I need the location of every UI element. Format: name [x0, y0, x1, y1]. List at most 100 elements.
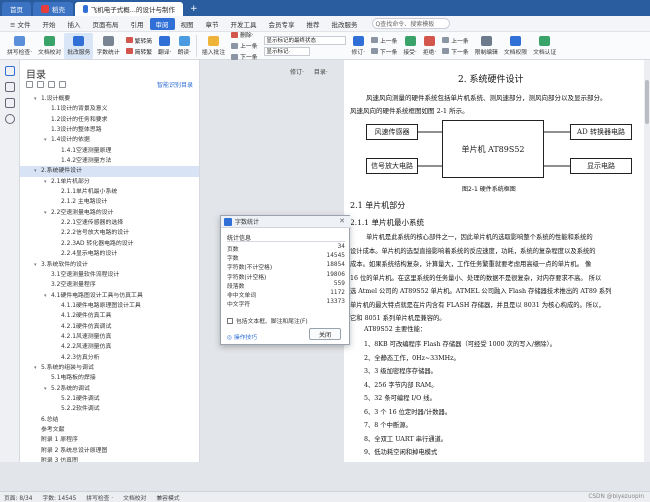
toc-add-icon[interactable]: [48, 81, 55, 88]
toc-item[interactable]: 5.2.2软件调试: [20, 404, 199, 414]
menu-chapter[interactable]: 章节: [200, 18, 225, 30]
scrollbar-thumb[interactable]: [645, 80, 649, 124]
menu-layout[interactable]: 页面布局: [87, 18, 125, 30]
menu-start[interactable]: 开始: [37, 18, 62, 30]
track-changes-button[interactable]: 修订·: [349, 33, 368, 59]
document-page[interactable]: 2. 系统硬件设计 风速风向测量的硬件系统包括单片机系统、测风速部分，测风向部分…: [344, 60, 644, 497]
revision-float-button[interactable]: 修订·: [290, 67, 304, 76]
toc-item[interactable]: 4.2.1硬件仿真调试: [20, 322, 199, 332]
tab-document[interactable]: 飞机电子式概...的设计与制作: [75, 2, 183, 16]
toc-item[interactable]: 1.4.2空速测量方法: [20, 156, 199, 166]
spellcheck-toggle[interactable]: 拼写检查 ·: [86, 493, 113, 502]
command-search-input[interactable]: Q查找命令、搜索模板: [371, 18, 450, 29]
prev-comment-button[interactable]: 上一条: [231, 41, 258, 50]
insert-comment-button[interactable]: 插入批注: [199, 33, 228, 59]
toc-item[interactable]: 2.2.3AD 转化器电路的设计: [20, 239, 199, 249]
toc-float-button[interactable]: 目录·: [314, 67, 328, 76]
next-revision-button[interactable]: 下一条: [370, 47, 397, 56]
tab-home[interactable]: 首页: [2, 2, 31, 16]
toc-item[interactable]: 附录 2 系统总设计原理图: [20, 446, 199, 456]
accept-button[interactable]: 接受·: [400, 33, 419, 59]
toc-item[interactable]: 4.2.3仿真分析: [20, 353, 199, 363]
close-button[interactable]: 关闭: [309, 328, 341, 340]
reject-button[interactable]: 拒绝·: [420, 33, 439, 59]
toc-item[interactable]: ▾ 1.设计概要: [20, 94, 199, 104]
correction-service-button[interactable]: 批改服务: [64, 32, 94, 59]
spellcheck-button[interactable]: 拼写检查·: [4, 33, 35, 59]
toc-item[interactable]: ▾ 2.系统硬件设计: [20, 166, 199, 177]
toc-item[interactable]: 1.1设计的背景及意义: [20, 104, 199, 114]
toc-item[interactable]: 2.2.2信号放大电路的设计: [20, 228, 199, 238]
toc-item[interactable]: 5.2.1硬件调试: [20, 394, 199, 404]
toc-panel-icon[interactable]: [4, 66, 15, 76]
toc-item[interactable]: 2.2.1空速传感器的选择: [20, 218, 199, 228]
menu-correction[interactable]: 批改服务: [326, 18, 364, 30]
toc-item[interactable]: 2.1.2 主电路设计: [20, 197, 199, 207]
chevron-down-icon[interactable]: ▾: [34, 363, 41, 373]
bookmark-icon[interactable]: [4, 82, 15, 92]
read-aloud-button[interactable]: 朗读·: [174, 33, 193, 59]
delete-comment-button[interactable]: 删除·: [231, 30, 257, 39]
chevron-down-icon[interactable]: ▾: [34, 166, 41, 176]
toc-item[interactable]: 附录 1 原程序: [20, 435, 199, 445]
prev-change-button[interactable]: 上一条: [442, 36, 469, 45]
translate-button[interactable]: 翻译·: [155, 33, 174, 59]
toc-item[interactable]: 1.2设计的任务和要求: [20, 115, 199, 125]
toc-item[interactable]: 参考文献: [20, 425, 199, 435]
new-tab-button[interactable]: +: [185, 2, 203, 16]
proofread-button[interactable]: 文档校对: [35, 33, 64, 59]
tips-link[interactable]: ◎ 操作技巧: [227, 332, 257, 341]
page-thumbnail-icon[interactable]: [4, 98, 15, 108]
toc-item[interactable]: ▾ 1.4设计的依据: [20, 135, 199, 145]
toc-item[interactable]: 4.1.1硬件电路原理图设计工具: [20, 301, 199, 311]
toc-item[interactable]: 2.2.4显示电路的设计: [20, 249, 199, 259]
word-count-button[interactable]: 字数统计: [93, 33, 122, 59]
menu-review[interactable]: 审阅: [149, 17, 175, 30]
toc-remove-icon[interactable]: [59, 81, 66, 88]
toc-item[interactable]: 4.2.2风速测量仿真: [20, 342, 199, 352]
doc-certify-button[interactable]: 文档认证: [530, 33, 559, 59]
include-textbox-checkbox[interactable]: 包括文本框、脚注和尾注(F): [227, 316, 308, 325]
toc-item[interactable]: ▾ 5.系统的组装与调试: [20, 363, 199, 373]
toc-item[interactable]: 4.1.2硬件仿真工具: [20, 311, 199, 321]
trad-to-simp-button[interactable]: 繁转简: [125, 36, 152, 45]
toc-item[interactable]: 6.总结: [20, 415, 199, 425]
toc-item[interactable]: ▾ 2.2空速测量电路的设计: [20, 208, 199, 218]
menu-member[interactable]: 会员专享: [263, 18, 301, 30]
toc-item[interactable]: 3.2空速测量程序: [20, 280, 199, 290]
checkbox-box[interactable]: [227, 317, 233, 324]
page-indicator[interactable]: 页面: 8/34: [4, 493, 32, 502]
tab-docer[interactable]: 稻壳: [33, 2, 73, 16]
chevron-down-icon[interactable]: ▾: [44, 135, 51, 145]
file-menu[interactable]: ≡ 文件: [4, 18, 37, 30]
expand-all-icon[interactable]: [26, 81, 33, 88]
chevron-down-icon[interactable]: ▾: [34, 260, 41, 270]
toc-item[interactable]: 4.2.1风速测量仿真: [20, 332, 199, 342]
word-count-indicator[interactable]: 字数: 14545: [42, 493, 76, 502]
toc-item[interactable]: ▾ 4.1硬件电路图设计工具与仿真工具: [20, 291, 199, 301]
toc-item[interactable]: 1.3设计的整体思路: [20, 125, 199, 135]
toc-item[interactable]: 3.1空速测量软件流程设计: [20, 270, 199, 280]
toc-item[interactable]: 1.4.1空速测量原理: [20, 146, 199, 156]
show-markup-select[interactable]: 显示标记·: [263, 46, 310, 56]
prev-revision-button[interactable]: 上一条: [370, 36, 397, 45]
menu-devtools[interactable]: 开发工具: [225, 18, 263, 30]
collapse-all-icon[interactable]: [37, 81, 44, 88]
close-icon[interactable]: ✕: [339, 217, 345, 225]
menu-references[interactable]: 引用: [125, 18, 150, 30]
toc-item[interactable]: ▾ 2.1单片机部分: [20, 177, 199, 187]
chevron-down-icon[interactable]: ▾: [34, 94, 41, 104]
toc-item[interactable]: ▾ 5.2系统的调试: [20, 384, 199, 394]
menu-view[interactable]: 视图: [175, 18, 200, 30]
next-change-button[interactable]: 下一条: [442, 47, 469, 56]
smart-toc-button[interactable]: 智能识别目录: [157, 80, 193, 89]
chevron-down-icon[interactable]: ▾: [44, 291, 51, 301]
simp-to-trad-button[interactable]: 简转繁: [125, 47, 152, 56]
doc-permission-button[interactable]: 文档权限: [501, 33, 530, 59]
toc-item[interactable]: 5.1电路板的焊接: [20, 373, 199, 383]
chevron-down-icon[interactable]: ▾: [44, 384, 51, 394]
menu-recommend[interactable]: 推荐: [301, 18, 326, 30]
toc-item[interactable]: 2.1.1单片机最小系统: [20, 187, 199, 197]
proofread-toggle[interactable]: 文档校对: [123, 493, 146, 502]
menu-insert[interactable]: 插入: [62, 18, 87, 30]
